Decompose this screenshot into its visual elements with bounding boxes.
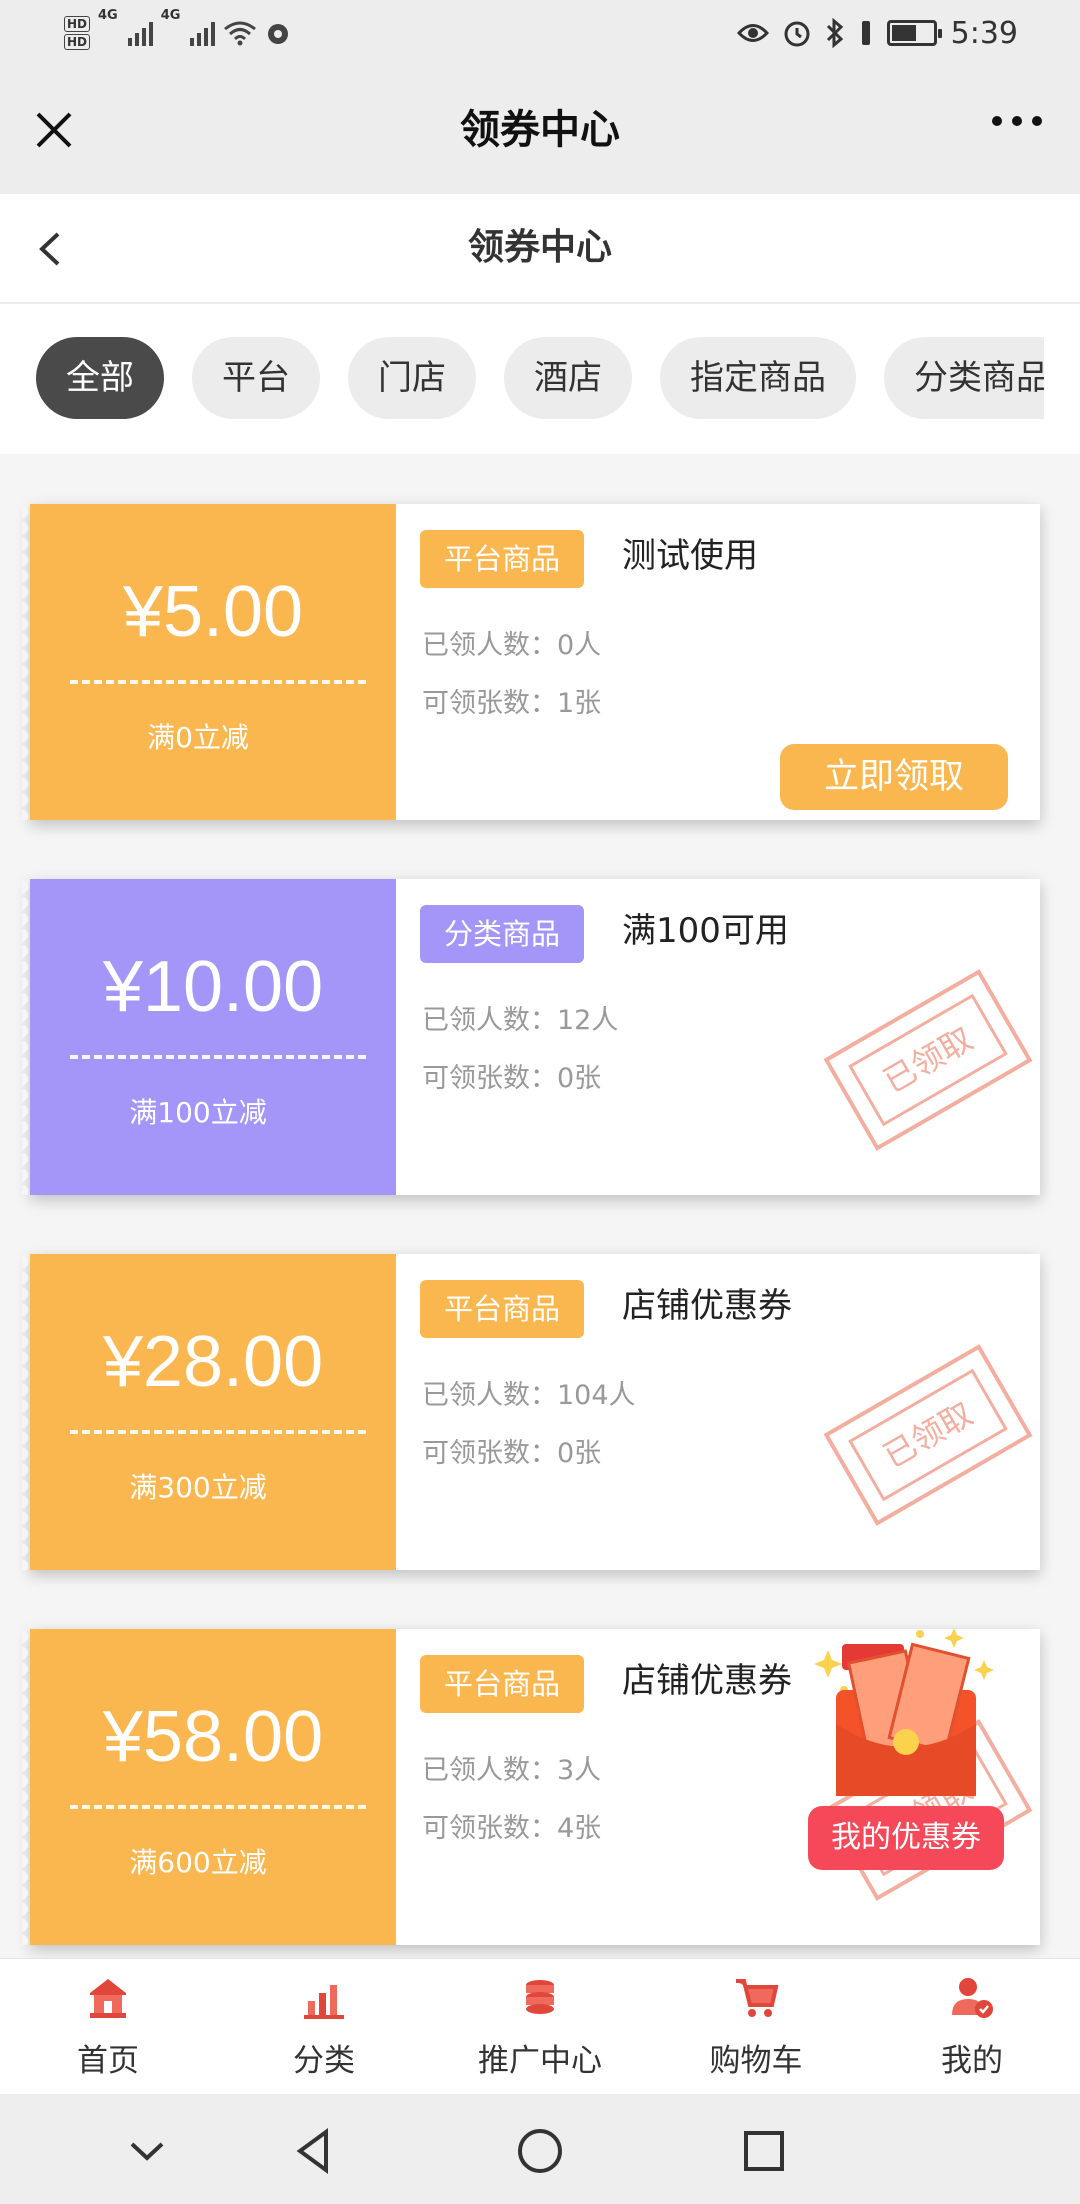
wechat-title: 领券中心 (460, 107, 620, 153)
back-triangle-icon[interactable] (288, 2124, 342, 2178)
coupon-condition: 满0立减 (147, 721, 249, 754)
clock-time: 5:39 (950, 15, 1018, 51)
coupon-name: 店铺优惠券 (622, 1286, 792, 1326)
available-count: 可领张数：0张 (422, 1438, 602, 1469)
claim-now-button[interactable]: 立即领取 (780, 744, 1008, 810)
signal-bars-icon (190, 20, 216, 46)
coupon-card: ¥5.00 满0立减 平台商品 测试使用 已领人数：0人 可领张数：1张 立即领… (22, 504, 1040, 820)
coupon-name: 测试使用 (622, 536, 758, 576)
tabbar-profile-label: 我的 (941, 2043, 1003, 2079)
my-coupons-label: 我的优惠券 (808, 1806, 1004, 1870)
tabbar-cart[interactable]: 购物车 (648, 1959, 864, 2094)
battery-icon (886, 20, 942, 46)
available-count: 可领张数：0张 (422, 1063, 602, 1094)
hd-badge: HD (64, 34, 91, 50)
tabbar-home[interactable]: 首页 (0, 1959, 216, 2094)
coupon-amount: ¥10.00 (102, 947, 324, 1027)
home-icon (90, 1979, 126, 2018)
coupon-card: ¥10.00 满100立减 分类商品 满100可用 已领人数：12人 可领张数：… (22, 879, 1040, 1195)
tabbar-promotion[interactable]: 推广中心 (432, 1959, 648, 2094)
coupon-card: ¥28.00 满300立减 平台商品 店铺优惠券 已领人数：104人 可领张数：… (22, 1254, 1040, 1570)
tab-all[interactable]: 全部 (36, 337, 164, 419)
available-count: 可领张数：1张 (422, 688, 602, 719)
status-left: HD HD 4G 4G (64, 8, 291, 58)
coupon-condition: 满100立减 (129, 1096, 267, 1129)
claimed-stamp-text: 已领取 (848, 993, 1008, 1127)
coupon-type-tag: 平台商品 (420, 1280, 585, 1338)
filter-tabs: 全部 平台 门店 酒店 指定商品 分类商品 (0, 304, 1080, 454)
tab-category-goods[interactable]: 分类商品 (884, 337, 1044, 419)
my-coupons-float-button[interactable]: 我的优惠券 (808, 1620, 1004, 1870)
coupon-condition: 满300立减 (129, 1471, 267, 1504)
coupon-info-panel: 分类商品 满100可用 已领人数：12人 可领张数：0张 已领取 (396, 879, 1040, 1195)
coupon-name: 满100可用 (622, 911, 789, 951)
coupon-value-panel: ¥28.00 满300立减 (22, 1254, 396, 1570)
received-count: 已领人数：0人 (422, 630, 602, 661)
tab-store[interactable]: 门店 (348, 337, 476, 419)
bluetooth-icon (826, 18, 843, 48)
coupon-amount: ¥28.00 (102, 1322, 324, 1402)
home-circle-icon[interactable] (513, 2124, 567, 2178)
status-bar: HD HD 4G 4G 5:39 (0, 0, 1080, 66)
dashed-divider (70, 680, 366, 684)
status-right: 5:39 (736, 10, 1018, 56)
signal-bars-icon (127, 20, 153, 46)
page-title: 领券中心 (467, 227, 612, 268)
page-header: 领券中心 (0, 194, 1080, 304)
coupon-value-panel: ¥10.00 满100立减 (22, 879, 396, 1195)
red-envelope-icon (814, 1628, 994, 1796)
claimed-stamp: 已领取 (823, 1344, 1033, 1526)
tab-specified-goods[interactable]: 指定商品 (660, 337, 856, 419)
category-icon (304, 1985, 344, 2019)
available-count: 可领张数：4张 (422, 1813, 602, 1844)
received-count: 已领人数：12人 (422, 1005, 619, 1036)
tabbar-promotion-label: 推广中心 (478, 2043, 602, 2079)
received-count: 已领人数：104人 (422, 1380, 636, 1411)
alarm-icon (784, 21, 810, 47)
profile-icon (952, 1978, 993, 2018)
tab-platform[interactable]: 平台 (192, 337, 320, 419)
coupon-info-panel: 平台商品 测试使用 已领人数：0人 可领张数：1张 立即领取 (396, 504, 1040, 820)
hd-badges: HD HD (64, 15, 91, 51)
coupon-type-tag: 分类商品 (420, 905, 585, 963)
coupon-amount: ¥58.00 (102, 1697, 324, 1777)
collapse-chevron-icon[interactable] (120, 2124, 174, 2178)
signal-type-label: 4G (160, 8, 181, 23)
tab-hotel[interactable]: 酒店 (504, 337, 632, 419)
tabbar-category-label: 分类 (293, 2043, 355, 2079)
hd-badge: HD (64, 16, 91, 32)
tabbar-home-label: 首页 (77, 2043, 139, 2079)
more-dots-icon[interactable] (992, 116, 1042, 126)
coupon-info-panel: 平台商品 店铺优惠券 已领人数：104人 可领张数：0张 已领取 (396, 1254, 1040, 1570)
coupon-value-panel: ¥58.00 满600立减 (22, 1629, 396, 1945)
coupon-condition: 满600立减 (129, 1846, 267, 1879)
received-count: 已领人数：3人 (422, 1755, 602, 1786)
tabbar-category[interactable]: 分类 (216, 1959, 432, 2094)
eye-icon (736, 24, 769, 42)
wifi-icon (224, 21, 257, 46)
coupon-type-tag: 平台商品 (420, 1655, 585, 1713)
coupon-type-tag: 平台商品 (420, 530, 585, 588)
coupon-amount: ¥5.00 (122, 572, 304, 652)
claimed-stamp: 已领取 (823, 969, 1033, 1151)
vibrate-icon (861, 21, 870, 45)
dashed-divider (70, 1430, 366, 1434)
claimed-stamp-text: 已领取 (848, 1368, 1008, 1502)
bottom-tab-bar: 首页 分类 推广中心 购物车 我的 (0, 1958, 1080, 2094)
tabbar-profile[interactable]: 我的 (864, 1959, 1080, 2094)
dashed-divider (70, 1805, 366, 1809)
coupon-name: 店铺优惠券 (622, 1661, 792, 1701)
promotion-icon (526, 1980, 554, 2014)
cart-icon (736, 1979, 779, 2017)
wechat-title-bar: 领券中心 (0, 66, 1080, 194)
tabbar-cart-label: 购物车 (709, 2043, 803, 2079)
notification-app-icon (268, 24, 289, 44)
system-navigation-bar (0, 2094, 1080, 2204)
coupon-value-panel: ¥5.00 满0立减 (22, 504, 396, 820)
recents-square-icon[interactable] (737, 2124, 791, 2178)
dashed-divider (70, 1055, 366, 1059)
signal-type-label: 4G (98, 8, 118, 23)
